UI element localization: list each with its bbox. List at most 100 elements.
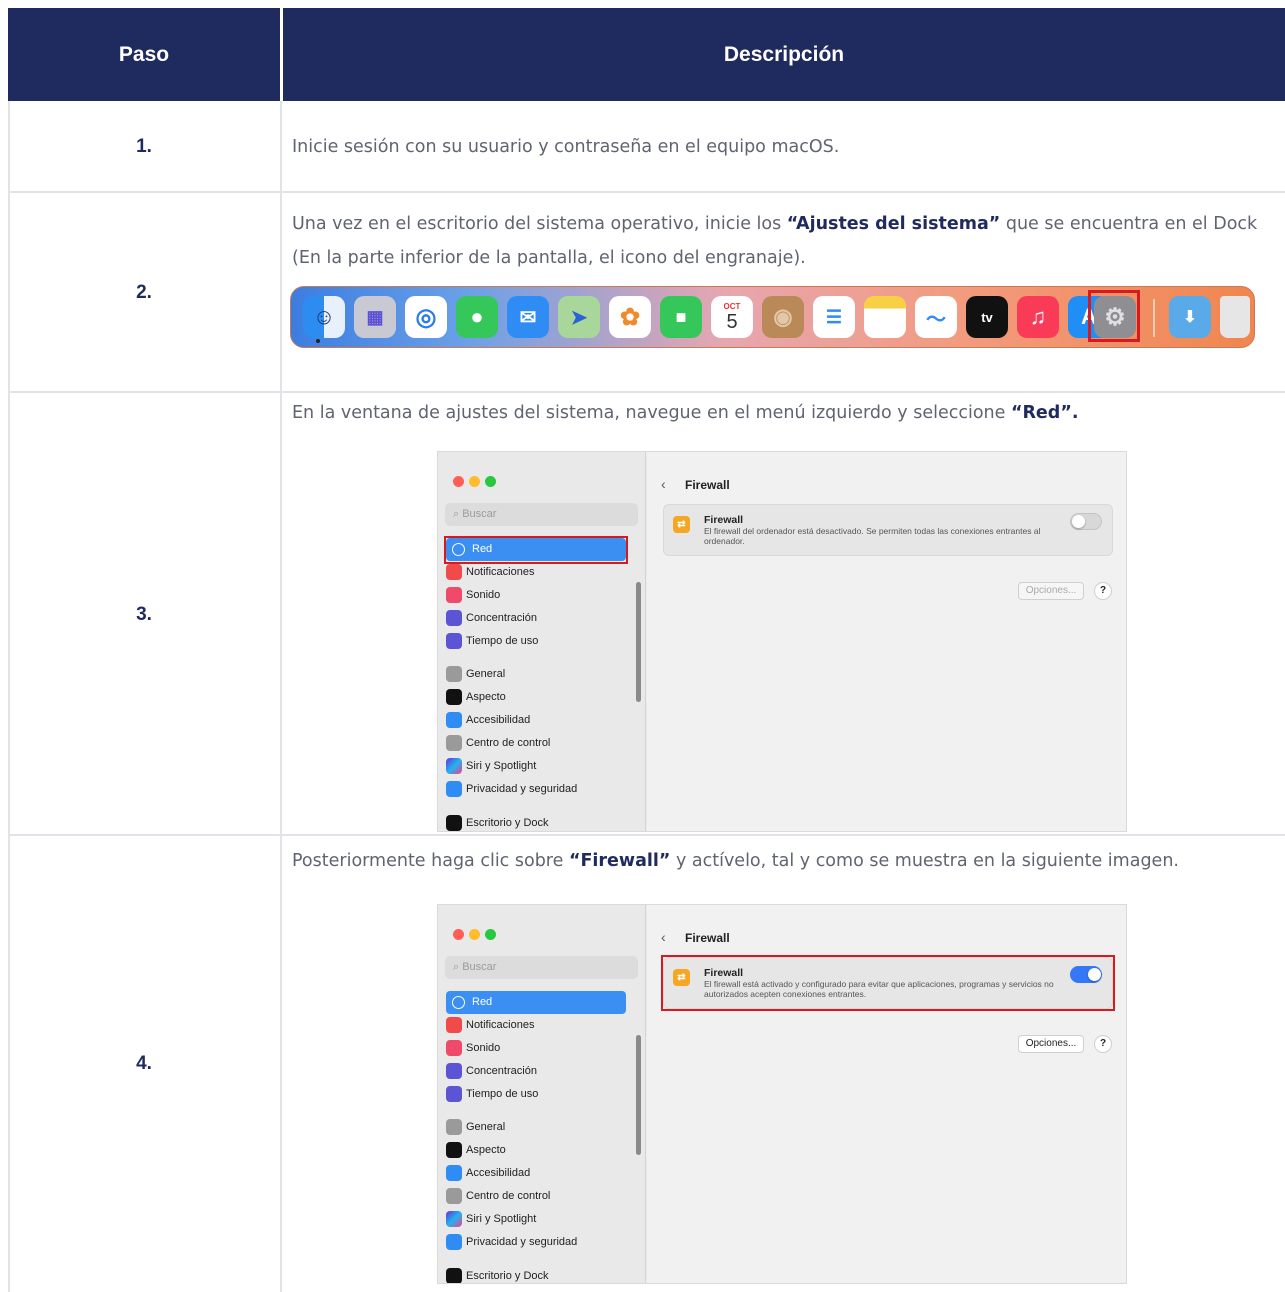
sidebar-item-label: Escritorio y Dock bbox=[466, 1270, 549, 1282]
sidebar-item-tiempo-de-uso[interactable]: Tiempo de uso bbox=[446, 1084, 538, 1104]
facetime-icon: ■ bbox=[660, 296, 702, 338]
control-center-icon bbox=[446, 735, 462, 751]
back-chevron-icon[interactable]: ‹ bbox=[661, 476, 666, 492]
step-number: 4. bbox=[136, 1053, 152, 1074]
sidebar-item-siri[interactable]: Siri y Spotlight bbox=[446, 1209, 536, 1229]
sidebar-item-tiempo-de-uso[interactable]: Tiempo de uso bbox=[446, 631, 538, 651]
sidebar-item-sonido[interactable]: Sonido bbox=[446, 1038, 500, 1058]
sidebar-scrollbar[interactable] bbox=[636, 1035, 641, 1155]
sidebar-item-sonido[interactable]: Sonido bbox=[446, 585, 500, 605]
sidebar-item-label: Siri y Spotlight bbox=[466, 1213, 537, 1225]
sidebar-item-privacidad[interactable]: Privacidad y seguridad bbox=[446, 1232, 577, 1252]
dock-separator bbox=[1153, 299, 1155, 337]
sidebar-item-label: Tiempo de uso bbox=[466, 1088, 539, 1100]
sidebar-item-label: Accesibilidad bbox=[466, 1167, 531, 1179]
control-center-icon bbox=[446, 1188, 462, 1204]
sidebar-item-siri[interactable]: Siri y Spotlight bbox=[446, 756, 536, 776]
sidebar-item-accesibilidad[interactable]: Accesibilidad bbox=[446, 1163, 530, 1183]
bell-icon bbox=[446, 1017, 462, 1033]
sidebar-item-escritorio[interactable]: Escritorio y Dock bbox=[446, 1266, 549, 1283]
sidebar-item-label: Siri y Spotlight bbox=[466, 760, 537, 772]
reminders-icon: ☰ bbox=[813, 296, 855, 338]
sidebar-item-label: Centro de control bbox=[466, 737, 551, 749]
trash-icon bbox=[1220, 296, 1250, 338]
maps-icon: ➤ bbox=[558, 296, 600, 338]
globe-icon bbox=[452, 996, 465, 1009]
sidebar-item-label: Privacidad y seguridad bbox=[466, 1236, 578, 1248]
sidebar-item-red[interactable]: Red bbox=[446, 991, 626, 1014]
zoom-icon[interactable] bbox=[485, 476, 496, 487]
running-indicator bbox=[316, 339, 320, 343]
toggle-knob bbox=[1072, 515, 1085, 528]
help-button[interactable]: ? bbox=[1094, 582, 1112, 600]
options-button[interactable]: Opciones... bbox=[1018, 1035, 1084, 1053]
sidebar-item-general[interactable]: General bbox=[446, 664, 505, 684]
page-title: Firewall bbox=[685, 478, 730, 492]
sidebar-item-label: Sonido bbox=[466, 589, 501, 601]
sidebar-item-accesibilidad[interactable]: Accesibilidad bbox=[446, 710, 530, 730]
help-button[interactable]: ? bbox=[1094, 1035, 1112, 1053]
options-button[interactable]: Opciones... bbox=[1018, 582, 1084, 600]
music-icon: ♫ bbox=[1017, 296, 1059, 338]
moon-icon bbox=[446, 1063, 462, 1079]
sidebar-item-label: Aspecto bbox=[466, 691, 506, 703]
sidebar-item-aspecto[interactable]: Aspecto bbox=[446, 687, 506, 707]
freeform-icon: 〜 bbox=[915, 296, 957, 338]
firewall-toggle[interactable] bbox=[1070, 513, 1102, 530]
step-description: Inicie sesión con su usuario y contraseñ… bbox=[292, 137, 840, 157]
launchpad-icon: ▦ bbox=[354, 296, 396, 338]
sidebar-item-concentracion[interactable]: Concentración bbox=[446, 608, 537, 628]
firewall-highlight bbox=[661, 955, 1115, 1011]
search-placeholder: Buscar bbox=[462, 508, 497, 520]
calendar-day: 5 bbox=[726, 310, 738, 333]
step-number: 2. bbox=[136, 282, 152, 303]
calendar-icon: OCT 5 bbox=[711, 296, 753, 338]
zoom-icon[interactable] bbox=[485, 929, 496, 940]
table-row: 1. Inicie sesión con su usuario y contra… bbox=[8, 101, 1285, 193]
selection-highlight bbox=[444, 536, 628, 564]
gear-icon bbox=[446, 666, 462, 682]
sidebar-item-label: General bbox=[466, 668, 506, 680]
search-input[interactable]: ⌕ Buscar bbox=[445, 956, 638, 979]
close-icon[interactable] bbox=[453, 929, 464, 940]
hand-icon bbox=[446, 1234, 462, 1250]
sidebar-item-concentracion[interactable]: Concentración bbox=[446, 1061, 537, 1081]
page-title: Firewall bbox=[685, 931, 730, 945]
sidebar-scrollbar[interactable] bbox=[636, 582, 641, 702]
sidebar-item-label: Concentración bbox=[466, 612, 537, 624]
search-input[interactable]: ⌕ Buscar bbox=[445, 503, 638, 526]
back-chevron-icon[interactable]: ‹ bbox=[661, 929, 666, 945]
sidebar-item-escritorio[interactable]: Escritorio y Dock bbox=[446, 813, 549, 831]
sidebar-item-notificaciones[interactable]: Notificaciones bbox=[446, 562, 534, 582]
mail-icon: ✉ bbox=[507, 296, 549, 338]
sidebar-item-notificaciones[interactable]: Notificaciones bbox=[446, 1015, 534, 1035]
dock-icon bbox=[446, 1268, 462, 1283]
appearance-icon bbox=[446, 1142, 462, 1158]
header-step: Paso bbox=[118, 42, 170, 66]
minimize-icon[interactable] bbox=[469, 476, 480, 487]
firewall-description: El firewall del ordenador está desactiva… bbox=[704, 526, 1041, 546]
settings-sidebar: ⌕ Buscar Red Notificaciones Sonido Conce… bbox=[438, 452, 646, 831]
sidebar-item-label: Privacidad y seguridad bbox=[466, 783, 578, 795]
downloads-folder-icon: ⬇ bbox=[1169, 296, 1211, 338]
sidebar-item-general[interactable]: General bbox=[446, 1117, 505, 1137]
close-icon[interactable] bbox=[453, 476, 464, 487]
gear-icon bbox=[446, 1119, 462, 1135]
sidebar-item-label: Notificaciones bbox=[466, 1019, 535, 1031]
sidebar-item-privacidad[interactable]: Privacidad y seguridad bbox=[446, 779, 577, 799]
sidebar-item-label: Concentración bbox=[466, 1065, 537, 1077]
selection-highlight bbox=[1088, 290, 1140, 342]
sidebar-item-label: Red bbox=[472, 996, 493, 1008]
step-number: 1. bbox=[136, 136, 152, 157]
siri-icon bbox=[446, 758, 462, 774]
sidebar-item-centro-de-control[interactable]: Centro de control bbox=[446, 1186, 550, 1206]
macos-dock: ☺ ▦ ◎ ● ✉ ➤ ✿ ■ OCT 5 ◉ ☰ 〜 tv ♫ A ⚙ ⬇ bbox=[290, 286, 1255, 348]
minimize-icon[interactable] bbox=[469, 929, 480, 940]
finder-icon: ☺ bbox=[303, 296, 345, 338]
safari-icon: ◎ bbox=[405, 296, 447, 338]
sidebar-item-aspecto[interactable]: Aspecto bbox=[446, 1140, 506, 1160]
step-description: En la ventana de ajustes del sistema, na… bbox=[292, 403, 1079, 423]
settings-sidebar: ⌕ Buscar Red Notificaciones Sonido Conce… bbox=[438, 905, 646, 1283]
step-number: 3. bbox=[136, 603, 152, 625]
sidebar-item-centro-de-control[interactable]: Centro de control bbox=[446, 733, 550, 753]
